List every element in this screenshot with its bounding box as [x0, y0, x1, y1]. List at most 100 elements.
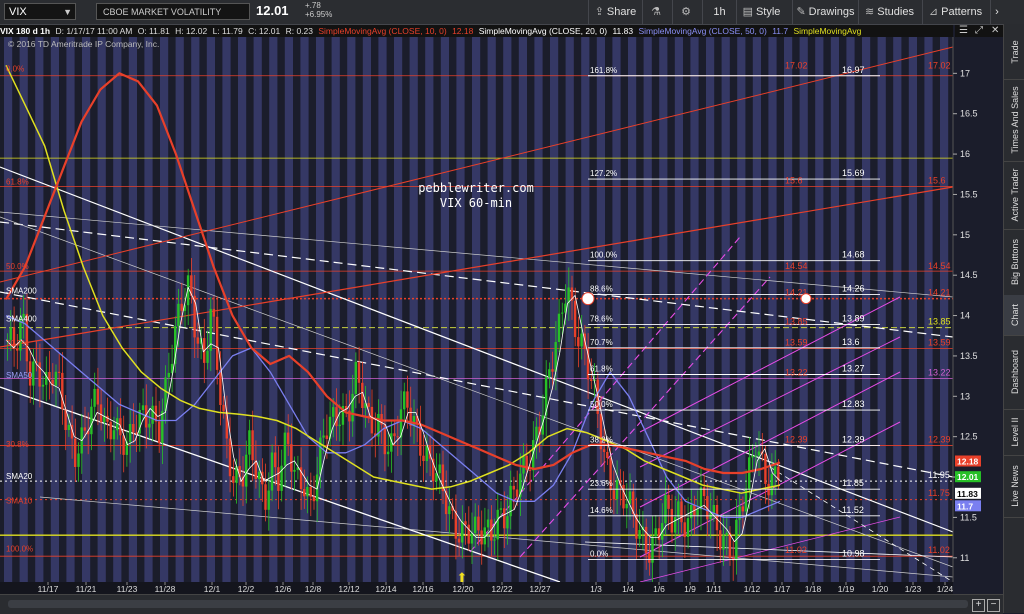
tab-chart[interactable]: Chart — [1004, 295, 1024, 336]
tab-big-buttons[interactable]: Big Buttons — [1004, 229, 1024, 296]
y-tick-label: 15 — [960, 230, 970, 240]
candle-body — [473, 516, 477, 533]
sma20-value: 11.83 — [612, 26, 634, 36]
candle-body — [470, 533, 474, 544]
studies-button[interactable]: ≋ Studies — [858, 0, 920, 24]
sma200-legend[interactable]: SimpleMovingAvg — [793, 26, 861, 36]
candle-body — [438, 464, 441, 474]
candle-body — [657, 528, 661, 540]
session-band — [378, 37, 387, 582]
tab-trade[interactable]: Trade — [1004, 24, 1024, 80]
candle-body — [696, 509, 699, 516]
patterns-button[interactable]: ⊿ Patterns — [922, 0, 988, 24]
drawings-button[interactable]: ✎ Drawings — [792, 0, 858, 24]
toolbar-more-button[interactable]: › — [990, 0, 1003, 24]
candle-body — [351, 393, 354, 422]
fib-value-label: 11.52 — [842, 505, 864, 515]
pencil-icon: ✎ — [796, 6, 806, 18]
symbol-period: VIX 180 d 1h — [0, 26, 51, 36]
candle-body — [503, 508, 506, 529]
candle-body — [303, 489, 306, 497]
candle-body — [112, 430, 116, 440]
flask-button[interactable]: ⚗ — [642, 0, 672, 24]
right-level-label: 14.54 — [928, 261, 951, 271]
candle-body — [448, 506, 451, 515]
left-level-label: 70.7% — [6, 339, 29, 348]
style-button[interactable]: ▤ Style — [736, 0, 786, 24]
watermark-line-2: VIX 60-min — [440, 196, 512, 210]
left-level-label: SMA20 — [6, 472, 33, 481]
fib-pct-label: 161.8% — [590, 66, 617, 75]
candle-body — [332, 407, 335, 417]
x-tick-label: 12/1 — [204, 584, 221, 594]
x-tick-label: 1/19 — [838, 584, 855, 594]
x-tick-label: 11/23 — [117, 584, 138, 594]
candle-body — [454, 510, 457, 539]
candle-body — [41, 384, 45, 387]
share-icon: ⇪ — [594, 6, 604, 18]
x-tick-label: 11/28 — [155, 584, 176, 594]
tab-live-news[interactable]: Live News — [1004, 455, 1024, 518]
right-level-label: 17.02 — [928, 61, 951, 71]
fib-value-label: 11.85 — [842, 478, 864, 488]
fib-marker-label: 17.02 — [785, 61, 808, 71]
symbol-input[interactable]: VIX ▼ — [4, 3, 76, 20]
candle-body — [686, 518, 690, 537]
candle-body — [283, 432, 287, 466]
candle-body — [57, 371, 61, 373]
tab-times-and-sales[interactable]: Times And Sales — [1004, 79, 1024, 162]
right-level-label: 11.95 — [928, 470, 950, 480]
session-band — [940, 37, 949, 582]
session-band — [347, 37, 356, 582]
settings-button[interactable]: ⚙ — [672, 0, 702, 24]
menu-icon[interactable]: ☰ — [959, 25, 968, 37]
close-icon[interactable]: ✕ — [991, 25, 999, 37]
candle-body — [32, 361, 35, 386]
description-field: CBOE MARKET VOLATILITY INDEX — [96, 3, 250, 34]
fib-marker-label: 14.54 — [785, 261, 808, 271]
x-tick-label: 11/17 — [38, 584, 59, 594]
y-tick-label: 11.5 — [960, 512, 977, 522]
candle-body — [274, 452, 277, 468]
candle-body — [573, 300, 577, 338]
candle-body — [644, 526, 648, 554]
tab-level-ii[interactable]: Level II — [1004, 409, 1024, 456]
price-chart[interactable]: 161.8% 16.97 17.02 17.02 127.2% 15.69 15.6 15.6… — [0, 37, 1003, 594]
share-button[interactable]: ⇪ Share — [588, 0, 642, 24]
session-band — [35, 37, 44, 582]
candle-body — [148, 423, 151, 428]
sma10-legend[interactable]: SimpleMovingAvg (CLOSE, 10, 0) — [318, 26, 446, 36]
right-level-label: 15.6 — [928, 175, 946, 185]
candle-body — [667, 494, 670, 509]
bottom-scrollbar[interactable]: + − — [0, 594, 1003, 614]
sma20-legend[interactable]: SimpleMovingAvg (CLOSE, 20, 0) — [479, 26, 607, 36]
fib-marker-label: 13.59 — [785, 338, 808, 348]
zoom-in-button[interactable]: + — [972, 599, 985, 612]
scroll-track[interactable] — [8, 600, 968, 608]
session-band — [487, 37, 496, 582]
interval-button[interactable]: 1h — [702, 0, 736, 24]
candle-body — [328, 416, 332, 439]
tab-active-trader[interactable]: Active Trader — [1004, 161, 1024, 230]
zoom-out-button[interactable]: − — [987, 599, 1000, 612]
tab-dashboard[interactable]: Dashboard — [1004, 335, 1024, 410]
candle-body — [393, 433, 396, 437]
session-band — [877, 37, 886, 582]
chevron-down-icon[interactable]: ▼ — [63, 4, 72, 21]
candle-body — [67, 424, 70, 430]
expand-icon[interactable]: ⤢ — [975, 25, 983, 37]
fib-value-label: 12.39 — [842, 435, 865, 445]
candle-body — [251, 430, 254, 461]
candle-body — [515, 489, 519, 497]
sma50-legend[interactable]: SimpleMovingAvg (CLOSE, 50, 0) — [638, 26, 766, 36]
candle-body — [496, 509, 499, 540]
candle-body — [648, 553, 651, 563]
peak-marker — [581, 292, 595, 306]
x-tick-label: 12/8 — [305, 584, 322, 594]
candle-body — [48, 372, 51, 380]
candle-body — [122, 435, 125, 455]
x-tick-label: 1/18 — [805, 584, 822, 594]
session-band — [362, 37, 371, 582]
last-price: 12.01 — [256, 3, 289, 18]
candle-body — [116, 418, 119, 431]
